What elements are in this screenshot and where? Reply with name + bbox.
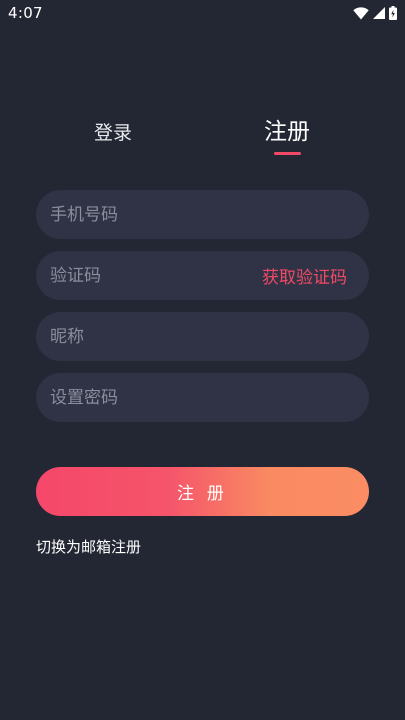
password-input[interactable] <box>50 387 355 408</box>
auth-tabs: 登录 注册 <box>0 112 405 162</box>
code-field-container: 获取验证码 <box>36 251 369 300</box>
get-code-button[interactable]: 获取验证码 <box>262 263 347 288</box>
status-icons <box>353 6 397 20</box>
password-field-container <box>36 373 369 422</box>
battery-icon <box>389 6 397 20</box>
phone-field-container <box>36 190 369 239</box>
switch-to-email-link[interactable]: 切换为邮箱注册 <box>36 536 141 557</box>
status-bar: 4:07 <box>0 0 405 26</box>
active-tab-indicator <box>274 152 301 155</box>
wifi-icon <box>353 6 369 20</box>
tab-register[interactable]: 注册 <box>247 112 327 146</box>
status-time: 4:07 <box>8 4 43 22</box>
nickname-input[interactable] <box>50 326 355 347</box>
tab-login[interactable]: 登录 <box>73 118 153 145</box>
nickname-field-container <box>36 312 369 361</box>
register-form: 获取验证码 <box>36 190 369 434</box>
signal-icon <box>373 7 385 19</box>
phone-input[interactable] <box>50 204 355 225</box>
register-button[interactable]: 注 册 <box>36 467 369 516</box>
verification-code-input[interactable] <box>50 265 262 286</box>
